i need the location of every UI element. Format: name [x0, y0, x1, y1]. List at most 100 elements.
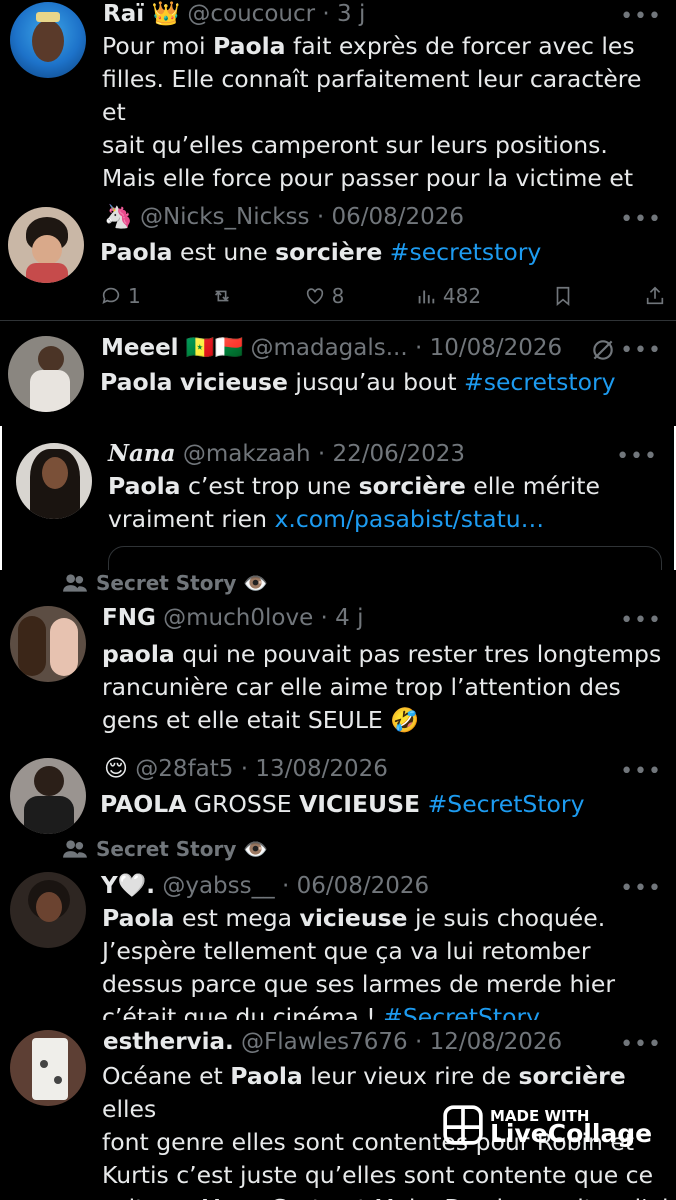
display-name[interactable]: Y🤍. [101, 873, 155, 899]
post-date[interactable]: 22/06/2023 [332, 441, 465, 467]
tweet-text-line: dessus parce que ses larmes de merde hie… [102, 968, 672, 1001]
community-name: Secret Story 👁️ [96, 837, 269, 861]
more-options-icon[interactable]: ••• [620, 608, 662, 633]
tweet-text: Paola est mega vicieuse je suis choquée.… [102, 902, 672, 1020]
user-handle[interactable]: @much0love [163, 605, 313, 631]
text-span [420, 790, 427, 818]
like-button[interactable]: 8 [304, 284, 344, 308]
post-date[interactable]: 13/08/2026 [255, 756, 388, 782]
avatar[interactable] [8, 207, 84, 283]
bookmark-button[interactable] [552, 284, 574, 308]
community-icon [63, 840, 87, 858]
hashtag-link[interactable]: #SecretStory [428, 790, 585, 818]
display-name[interactable]: esthervia. [103, 1029, 234, 1055]
display-name[interactable]: Raï [103, 1, 144, 27]
quoted-tweet-card[interactable] [108, 546, 662, 570]
avatar[interactable] [8, 336, 84, 412]
more-options-icon[interactable]: ••• [620, 338, 662, 363]
more-options-icon[interactable]: ••• [620, 207, 662, 232]
avatar[interactable] [10, 872, 86, 948]
post-date[interactable]: 06/08/2026 [297, 873, 430, 899]
tweet-actions-clipped [100, 416, 666, 426]
tweet-text-line: PAOLA GROSSE VICIEUSE #SecretStory [100, 788, 670, 821]
tweet-header: 🦄 @Nicks_Nickss · 06/08/2026 [104, 203, 464, 231]
text-span: soit pas Mags Greta et Malo. Des hypocri… [102, 1194, 669, 1200]
post-date[interactable]: 10/08/2026 [430, 335, 563, 361]
tweet-text-line: vraiment rien x.com/pasabist/statu… [108, 503, 668, 536]
text-span: qui ne pouvait pas rester tres longtemps [174, 640, 662, 668]
views-icon [418, 290, 435, 304]
text-span: fait exprès de forcer avec les [285, 32, 635, 60]
more-options-icon[interactable]: ••• [620, 4, 662, 29]
retweet-button[interactable] [211, 284, 233, 308]
user-handle[interactable]: @28fat5 [135, 756, 233, 782]
tweet-text-line: paola qui ne pouvait pas rester tres lon… [102, 638, 672, 671]
reply-count: 1 [128, 284, 141, 308]
tweet-text: paola qui ne pouvait pas rester tres lon… [102, 638, 672, 737]
crown-emoji: 👑 [151, 1, 181, 27]
separator-dot: · [322, 1, 330, 27]
collage-panel-4: 𝑵𝒂𝒏𝒂 @makzaah · 22/06/2023 ••• Paola c’e… [0, 426, 676, 570]
text-span: Kurtis c’est juste qu’elles sont content… [102, 1161, 654, 1189]
url-link[interactable]: x.com/pasabist/statu… [274, 505, 544, 533]
community-context[interactable]: Secret Story 👁️ [62, 836, 268, 862]
collage-panel-3: Meeel 🇸🇳🇲🇬 @madagals... · 10/08/2026 •••… [0, 320, 676, 426]
user-handle[interactable]: @yabss__ [162, 873, 274, 899]
post-date[interactable]: 4 j [335, 605, 363, 631]
relieved-emoji: 😌 [104, 756, 128, 782]
share-button[interactable] [644, 284, 666, 308]
tweet-text-line: soit pas Mags Greta et Malo. Des hypocri… [102, 1192, 672, 1200]
highlighted-keyword: PAOLA [100, 790, 187, 818]
views-count: 482 [442, 284, 482, 308]
text-span: gens et elle etait SEULE 🤣 [102, 706, 420, 734]
avatar[interactable] [10, 2, 86, 78]
more-options-icon[interactable]: ••• [620, 1032, 662, 1057]
post-date[interactable]: 06/08/2026 [331, 204, 464, 230]
display-name[interactable]: Meeel [101, 335, 179, 361]
hashtag-link[interactable]: #secretstory [464, 368, 616, 396]
separator-dot: · [415, 335, 423, 361]
avatar[interactable] [10, 1030, 86, 1106]
hashtag-link[interactable]: #SecretStory [383, 1003, 540, 1020]
reply-button[interactable]: 1 [100, 284, 141, 308]
text-span: c’était que du cinéma ! [102, 1003, 384, 1020]
highlighted-keyword: sorcière [275, 238, 383, 266]
hashtag-link[interactable]: #secretstory [390, 238, 542, 266]
user-handle[interactable]: @coucoucr [187, 1, 315, 27]
text-span: Océane et [102, 1062, 231, 1090]
more-options-icon[interactable]: ••• [620, 876, 662, 901]
display-name[interactable]: FNG [102, 605, 156, 631]
avatar[interactable] [10, 606, 86, 682]
tweet-header: Y🤍. @yabss__ · 06/08/2026 [101, 872, 429, 900]
avatar[interactable] [10, 758, 86, 834]
text-span: elle mérite [465, 472, 600, 500]
display-name[interactable]: 𝑵𝒂𝒏𝒂 [108, 440, 176, 467]
flags-emoji: 🇸🇳🇲🇬 [185, 335, 244, 361]
more-options-icon[interactable]: ••• [616, 444, 658, 469]
user-handle[interactable]: @madagals... [250, 335, 407, 361]
user-handle[interactable]: @makzaah [183, 441, 311, 467]
post-date[interactable]: 12/08/2026 [430, 1029, 563, 1055]
tweet-text-line: Mais elle force pour passer pour la vict… [102, 162, 672, 195]
text-span [382, 238, 389, 266]
tweet-actions: 1 8 482 [100, 284, 666, 308]
separator-dot: · [240, 756, 249, 782]
post-date[interactable]: 3 j [337, 1, 365, 27]
user-handle[interactable]: @Flawles7676 [241, 1029, 408, 1055]
highlighted-keyword: Paola [108, 472, 181, 500]
separator-dot: · [316, 204, 325, 230]
collage-panel-6: 😌 @28fat5 · 13/08/2026 ••• PAOLA GROSSE … [0, 740, 676, 836]
grok-icon[interactable] [590, 337, 616, 363]
tweet-text-line: gens et elle etait SEULE 🤣 [102, 704, 672, 737]
watermark-brand-text: LiveCollage [490, 1119, 653, 1148]
more-options-icon[interactable]: ••• [620, 759, 662, 784]
highlighted-keyword: Paola [102, 904, 175, 932]
tweet-header: Meeel 🇸🇳🇲🇬 @madagals... · 10/08/2026 [101, 334, 562, 362]
avatar[interactable] [16, 443, 92, 519]
user-handle[interactable]: @Nicks_Nickss [140, 204, 310, 230]
collage-panel-1: Raï 👑 @coucoucr · 3 j ••• Pour moi Paola… [0, 0, 676, 196]
community-context[interactable]: Secret Story 👁️ [62, 570, 268, 596]
tweet-text-line: filles. Elle connaît parfaitement leur c… [102, 63, 672, 129]
views-button[interactable]: 482 [415, 284, 481, 308]
text-span: elles [102, 1095, 157, 1123]
